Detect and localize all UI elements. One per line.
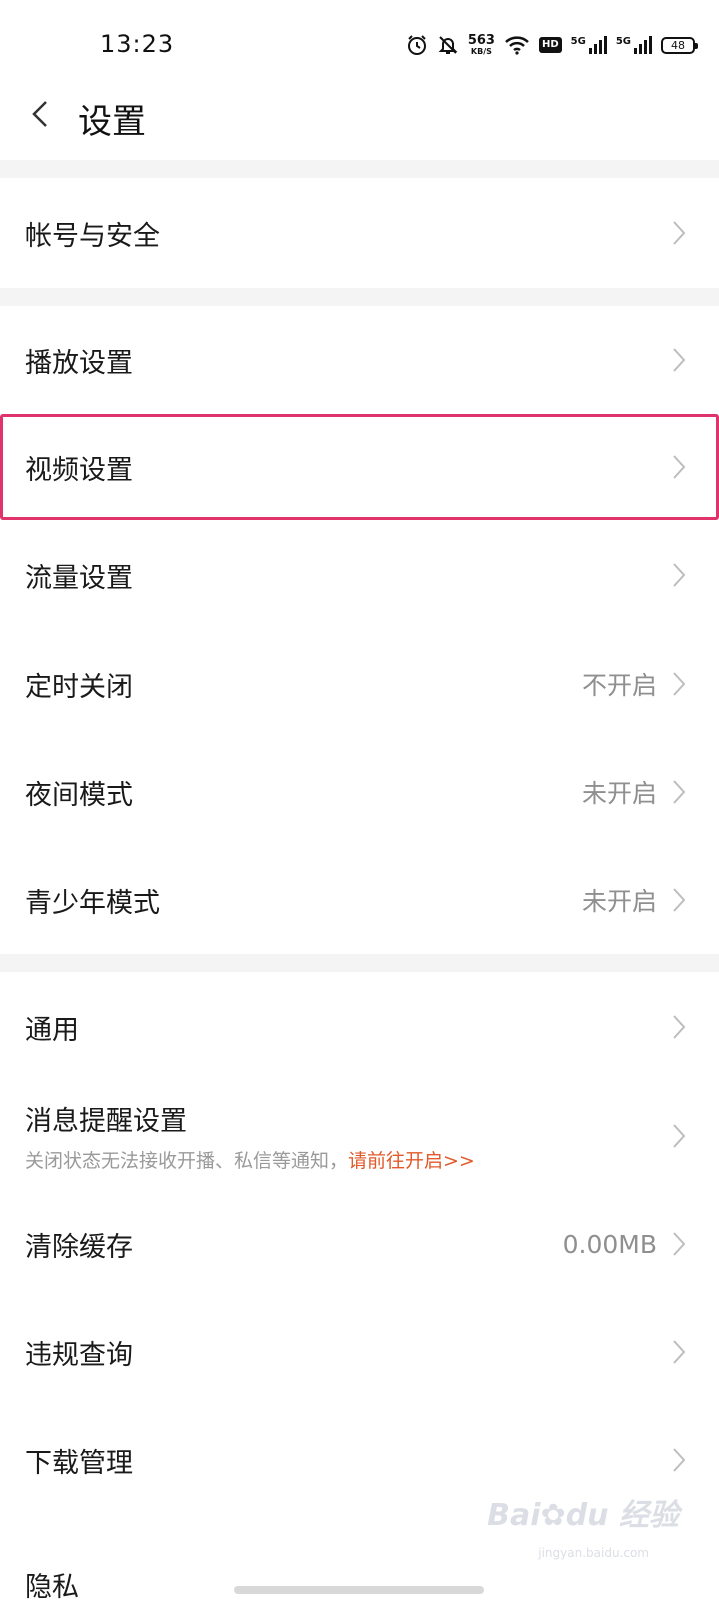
row-violation-query[interactable]: 违规查询: [0, 1298, 719, 1406]
chevron-right-icon: [669, 1122, 689, 1150]
row-label: 播放设置: [25, 347, 133, 379]
row-traffic-settings[interactable]: 流量设置: [0, 520, 719, 630]
settings-list: 帐号与安全 播放设置 视频设置 流量设置 定时关闭 不开启 夜间模式 未开启 青…: [0, 160, 719, 1604]
wifi-icon: [504, 35, 530, 55]
signal-icon-1: 5G: [571, 36, 607, 54]
chevron-right-icon: [669, 1446, 689, 1474]
chevron-right-icon: [669, 1230, 689, 1258]
row-value: 不开启: [581, 671, 657, 700]
back-button[interactable]: [20, 94, 60, 134]
status-bar: 13:23 563 KB/S HD 5G 5G 48: [0, 0, 719, 90]
enable-notify-link[interactable]: 请前往开启>>: [348, 1150, 475, 1172]
section-divider: [0, 954, 719, 972]
page-title: 设置: [78, 102, 146, 142]
watermark-url: jingyan.baidu.com: [538, 1546, 649, 1560]
chevron-right-icon: [669, 670, 689, 698]
row-label: 通用: [25, 1014, 79, 1046]
row-label: 夜间模式: [25, 779, 133, 811]
baidu-watermark: Bai✿du 经验 jingyan.baidu.com: [487, 1490, 679, 1560]
row-general[interactable]: 通用: [0, 972, 719, 1082]
row-label: 清除缓存: [25, 1231, 133, 1263]
signal-icon-2: 5G: [616, 36, 652, 54]
row-label: 视频设置: [25, 454, 133, 486]
section-divider: [0, 288, 719, 306]
header: 设置: [0, 80, 719, 160]
status-time: 13:23: [100, 30, 175, 58]
chevron-right-icon: [669, 453, 689, 481]
row-timer-off[interactable]: 定时关闭 不开启: [0, 630, 719, 738]
watermark-text: Bai✿du 经验: [487, 1498, 679, 1533]
row-notification-settings[interactable]: 消息提醒设置 关闭状态无法接收开播、私信等通知，请前往开启>>: [0, 1082, 719, 1190]
row-account-security[interactable]: 帐号与安全: [0, 178, 719, 288]
cache-size: 0.00MB: [562, 1229, 657, 1259]
row-value: 未开启: [581, 887, 657, 916]
row-video-settings[interactable]: 视频设置: [0, 414, 719, 520]
row-label: 流量设置: [25, 562, 133, 594]
row-label: 隐私: [25, 1572, 79, 1603]
paw-icon: ✿: [540, 1498, 566, 1533]
chevron-right-icon: [669, 219, 689, 247]
row-texts: 消息提醒设置 关闭状态无法接收开播、私信等通知，请前往开启>>: [25, 1099, 669, 1173]
battery-icon: 48: [661, 36, 698, 54]
chevron-right-icon: [669, 778, 689, 806]
bell-muted-icon: [437, 34, 459, 56]
row-label: 定时关闭: [25, 671, 133, 703]
row-value: 未开启: [581, 779, 657, 808]
chevron-right-icon: [669, 1013, 689, 1041]
row-label: 违规查询: [25, 1339, 133, 1371]
chevron-right-icon: [669, 346, 689, 374]
chevron-right-icon: [669, 1338, 689, 1366]
section-divider: [0, 160, 719, 178]
chevron-right-icon: [669, 561, 689, 589]
chevron-left-icon: [32, 101, 47, 127]
row-playback-settings[interactable]: 播放设置: [0, 306, 719, 414]
row-night-mode[interactable]: 夜间模式 未开启: [0, 738, 719, 846]
row-label: 消息提醒设置: [25, 1106, 187, 1137]
row-clear-cache[interactable]: 清除缓存 0.00MB: [0, 1190, 719, 1298]
row-label: 下载管理: [25, 1447, 133, 1479]
home-indicator[interactable]: [234, 1586, 484, 1594]
row-teen-mode[interactable]: 青少年模式 未开启: [0, 846, 719, 954]
chevron-right-icon: [669, 886, 689, 914]
hd-badge: HD: [538, 37, 562, 53]
row-label: 帐号与安全: [25, 220, 160, 252]
net-speed: 563 KB/S: [467, 33, 495, 56]
alarm-icon: [406, 34, 428, 56]
row-subtitle: 关闭状态无法接收开播、私信等通知，请前往开启>>: [25, 1150, 475, 1172]
row-label: 青少年模式: [25, 887, 160, 919]
status-icons: 563 KB/S HD 5G 5G 48: [406, 28, 698, 62]
